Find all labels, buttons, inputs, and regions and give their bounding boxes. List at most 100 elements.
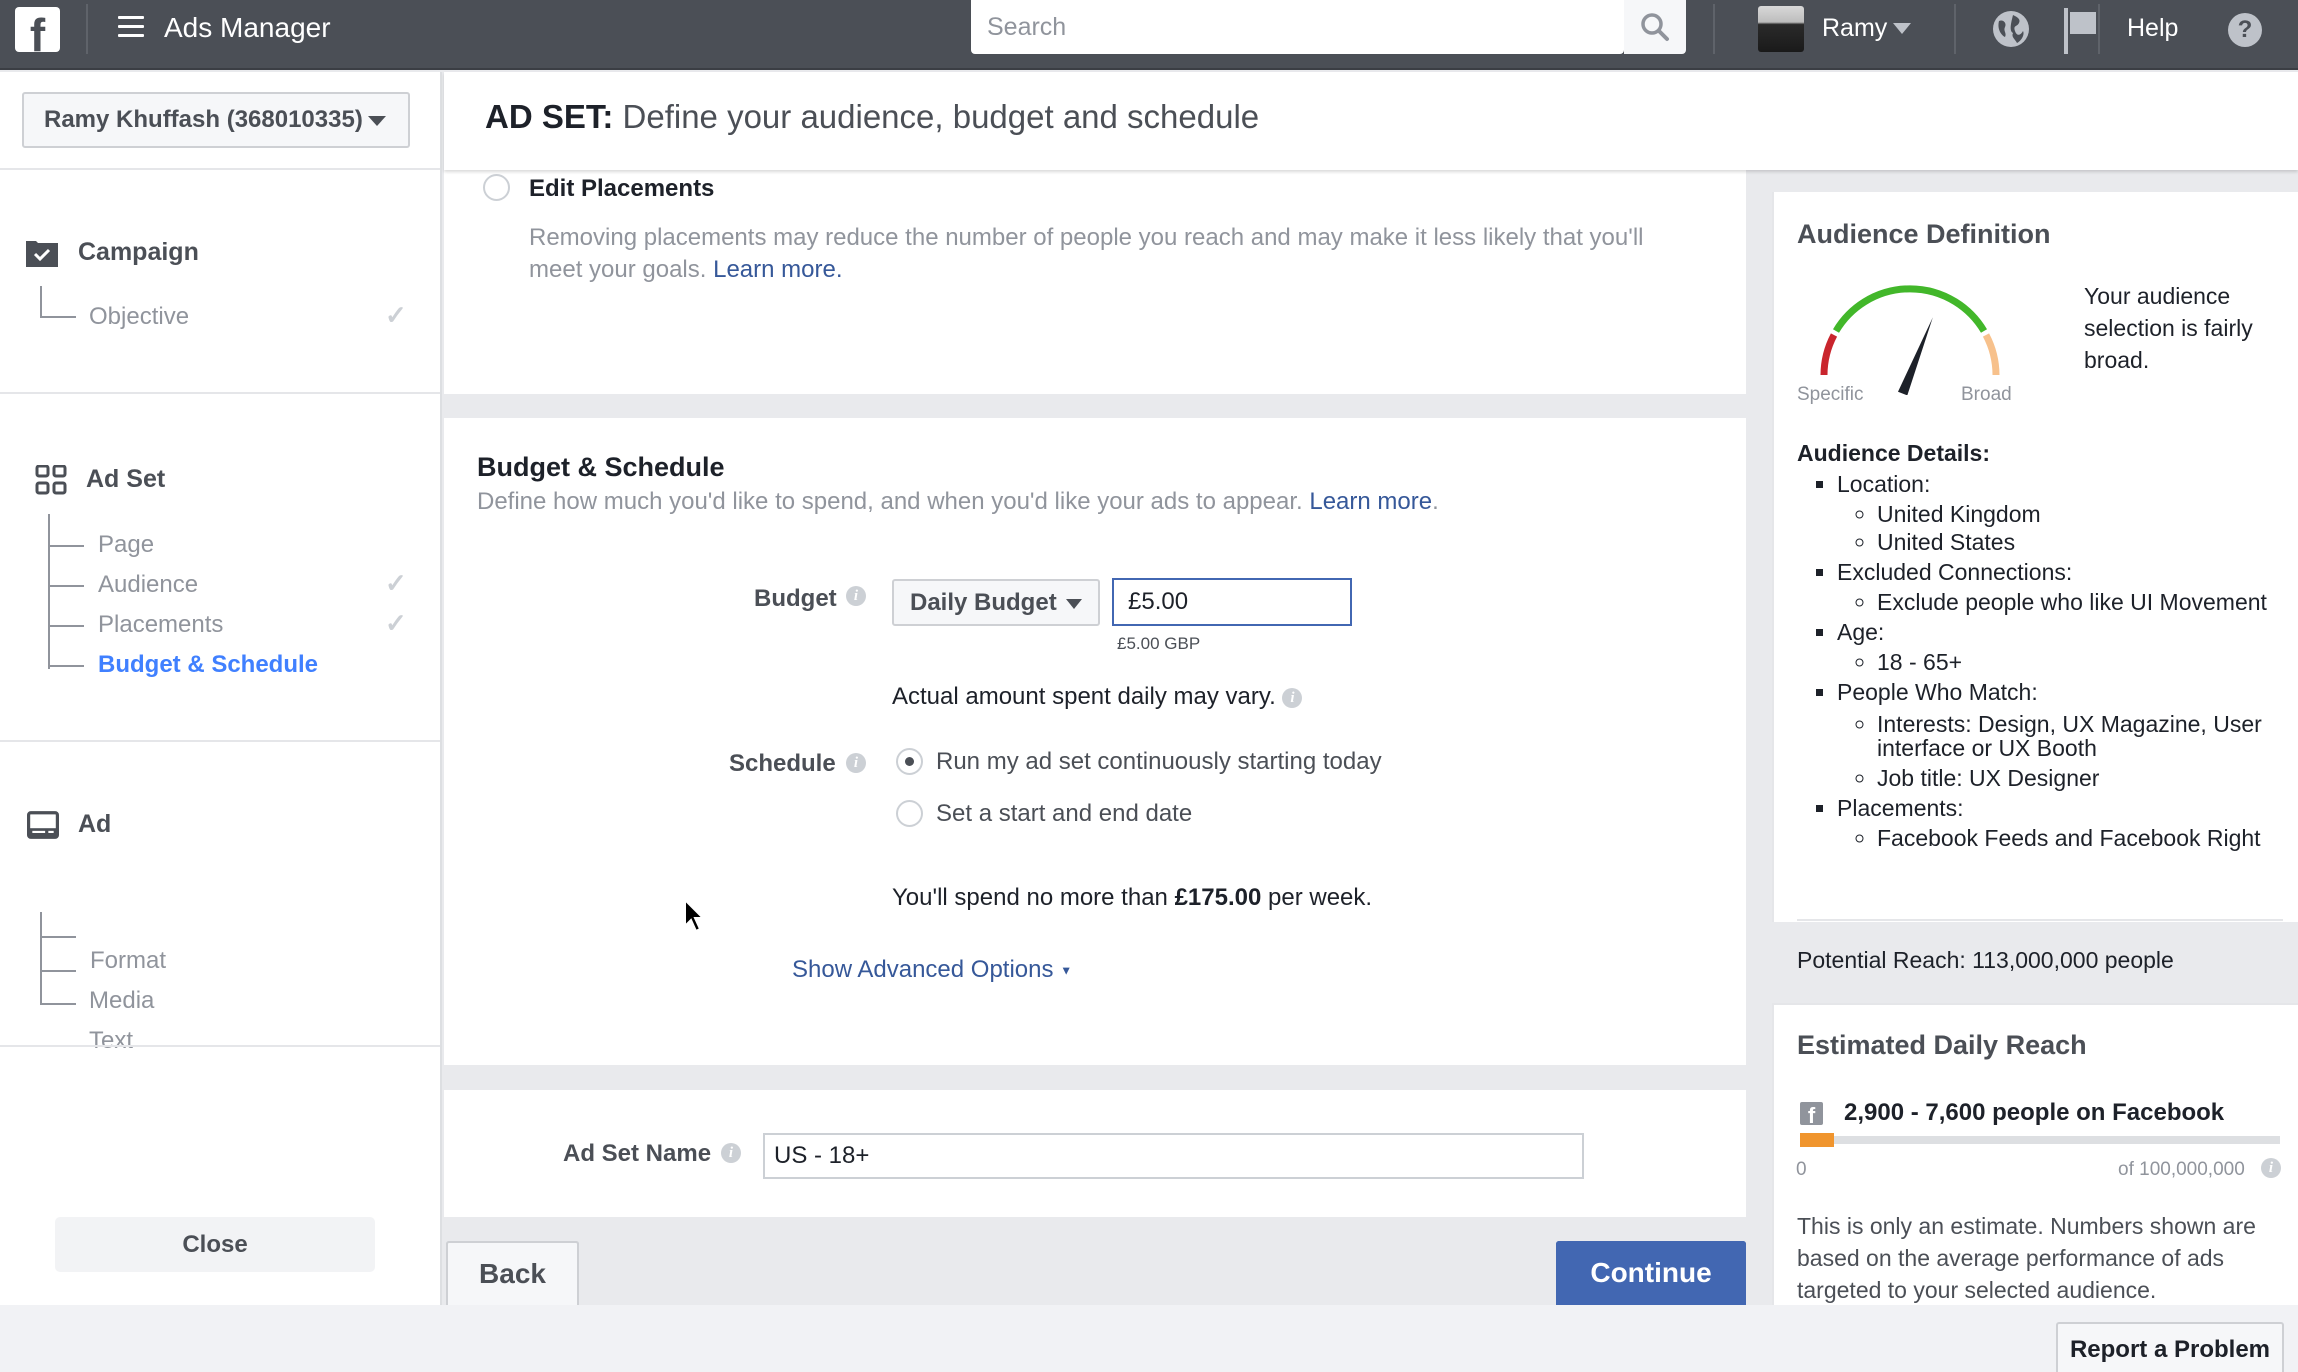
continue-button[interactable]: Continue (1556, 1241, 1746, 1305)
info-icon[interactable]: i (2261, 1158, 2281, 1178)
divider (0, 1045, 440, 1047)
adset-grid-icon (35, 465, 67, 495)
report-problem-button[interactable]: Report a Problem (2056, 1322, 2284, 1372)
top-nav-bar: f Ads Manager Ramy Help ? (0, 0, 2298, 70)
weekly-spend-amount: £175.00 (1174, 884, 1262, 911)
schedule-continuous-label[interactable]: Run my ad set continuously starting toda… (936, 748, 1382, 776)
divider (1713, 4, 1715, 54)
chevron-down-icon (1066, 599, 1082, 609)
bottom-bar (0, 1305, 2298, 1372)
weekly-spend-note: You'll spend no more than £175.00 per we… (892, 884, 1372, 912)
audience-detail-location: Location: United KingdomUnited States (1837, 468, 2297, 556)
budget-label: Budget (754, 585, 837, 612)
back-button[interactable]: Back (446, 1241, 579, 1305)
info-icon[interactable]: i (846, 753, 866, 773)
sidebar-section-adset[interactable]: Ad Set (86, 465, 165, 494)
sidebar-item-text[interactable]: Text (89, 1027, 133, 1055)
gauge-label-broad: Broad (1961, 384, 2012, 405)
campaign-folder-check-icon (26, 241, 58, 267)
adset-name-label: Ad Set Name (563, 1140, 712, 1167)
sidebar-item-media[interactable]: Media (89, 987, 154, 1015)
schedule-continuous-radio[interactable] (896, 748, 923, 775)
globe-icon[interactable] (1991, 9, 2031, 49)
chevron-down-icon[interactable] (1893, 23, 1911, 34)
budget-amount-input[interactable] (1112, 578, 1352, 626)
page-title-text: Define your audience, budget and schedul… (622, 98, 1260, 135)
daily-reach-bar-fill (1800, 1133, 1834, 1147)
budget-type-value: Daily Budget (910, 589, 1057, 616)
check-icon: ✓ (385, 568, 407, 598)
info-icon[interactable]: i (721, 1143, 741, 1163)
sidebar-section-campaign[interactable]: Campaign (78, 238, 199, 267)
chevron-down-icon: ▼ (1060, 963, 1073, 978)
search-icon (1641, 13, 1669, 41)
schedule-label: Schedule (729, 750, 836, 777)
divider (86, 4, 88, 54)
schedule-start-end-radio[interactable] (896, 800, 923, 827)
show-advanced-options-link[interactable]: Show Advanced Options ▼ (792, 956, 1072, 984)
daily-reach-bar (1800, 1133, 2280, 1147)
daily-reach-disclaimer: This is only an estimate. Numbers shown … (1797, 1213, 2256, 1303)
audience-details-title: Audience Details: (1797, 440, 1990, 466)
page-title: AD SET: Define your audience, budget and… (485, 98, 1259, 136)
sidebar-item-format[interactable]: Format (90, 947, 166, 975)
tree-line (48, 585, 84, 587)
tree-line (40, 1003, 76, 1005)
audience-detail-placements: Placements: Facebook Feeds and Facebook … (1837, 792, 2297, 852)
gauge-label-specific: Specific (1797, 384, 1864, 405)
facebook-logo-icon[interactable]: f (15, 7, 60, 52)
search-button[interactable] (1624, 0, 1686, 54)
divider (0, 392, 440, 394)
info-icon[interactable]: i (846, 586, 866, 606)
adset-name-input[interactable] (763, 1133, 1584, 1179)
advanced-options-label: Show Advanced Options (792, 956, 1054, 983)
budget-type-dropdown[interactable]: Daily Budget (892, 579, 1100, 626)
gauge-arc-specific (1820, 333, 1838, 376)
budget-currency-note: £5.00 GBP (1117, 634, 1201, 653)
sidebar: Ramy Khuffash (368010335) Campaign Objec… (0, 72, 442, 1305)
divider (0, 740, 440, 742)
menu-icon[interactable] (118, 16, 144, 38)
account-selector[interactable]: Ramy Khuffash (368010335) (22, 92, 410, 148)
tree-line (40, 316, 76, 318)
sidebar-item-placements[interactable]: Placements (98, 611, 223, 639)
audience-gauge (1820, 285, 2000, 395)
page-title-prefix: AD SET: (485, 98, 614, 135)
sidebar-item-budget-schedule[interactable]: Budget & Schedule (98, 651, 318, 679)
search-input[interactable] (987, 10, 1597, 44)
budget-note-text: Actual amount spent daily may vary. (892, 683, 1276, 710)
tree-line (40, 286, 42, 318)
avatar[interactable] (1758, 6, 1804, 52)
app-title[interactable]: Ads Manager (164, 12, 331, 44)
sidebar-item-page[interactable]: Page (98, 531, 154, 559)
edit-placements-label[interactable]: Edit Placements (529, 175, 714, 203)
list-item: Job title: UX Designer (1877, 764, 2297, 792)
divider (0, 168, 440, 170)
audience-definition-title: Audience Definition (1797, 219, 2051, 249)
edit-placements-radio[interactable] (483, 174, 510, 201)
divider (1954, 4, 1956, 54)
flag-icon[interactable] (2060, 6, 2100, 54)
gauge-needle (1897, 317, 1933, 395)
budget-schedule-description: Define how much you'd like to spend, and… (477, 488, 1439, 515)
account-name: Ramy Khuffash (368010335) (44, 106, 363, 133)
schedule-start-end-label[interactable]: Set a start and end date (936, 800, 1192, 828)
tree-line (48, 545, 84, 547)
help-link[interactable]: Help (2127, 14, 2178, 43)
sidebar-item-audience[interactable]: Audience (98, 571, 198, 599)
list-item: Facebook Feeds and Facebook Right (1877, 824, 2297, 852)
sidebar-section-ad[interactable]: Ad (78, 810, 111, 839)
placements-description-text: Removing placements may reduce the numbe… (529, 224, 1644, 283)
username[interactable]: Ramy (1822, 14, 1887, 43)
gauge-arc-optimal (1832, 285, 1988, 333)
close-button[interactable]: Close (55, 1217, 375, 1272)
weekly-spend-prefix: You'll spend no more than (892, 884, 1168, 911)
info-icon[interactable]: i (1282, 687, 1303, 708)
search-box (971, 0, 1624, 54)
placements-learn-more-link[interactable]: Learn more. (713, 256, 842, 283)
budget-learn-more-link[interactable]: Learn more (1309, 488, 1432, 515)
sidebar-item-objective[interactable]: Objective (89, 303, 189, 331)
check-icon: ✓ (385, 300, 407, 330)
help-icon[interactable]: ? (2228, 13, 2262, 47)
daily-reach-title: Estimated Daily Reach (1797, 1030, 2087, 1060)
